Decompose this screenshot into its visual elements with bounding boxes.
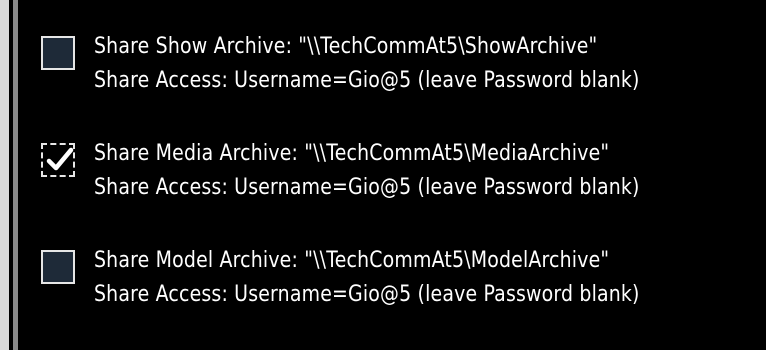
share-show-archive-access: Share Access: Username=Gio@5 (leave Pass…: [94, 68, 640, 93]
share-media-archive-option[interactable]: Share Media Archive: "\\TechCommAt5\Medi…: [38, 137, 758, 244]
share-model-archive-checkbox[interactable]: [41, 250, 75, 284]
share-model-archive-option[interactable]: Share Model Archive: "\\TechCommAt5\Mode…: [38, 244, 758, 350]
share-model-archive-label: Share Model Archive: "\\TechCommAt5\Mode…: [94, 248, 610, 273]
share-model-archive-access: Share Access: Username=Gio@5 (leave Pass…: [94, 282, 640, 307]
share-show-archive-text: Share Show Archive: "\\TechCommAt5\ShowA…: [94, 30, 640, 98]
checkmark-icon: [46, 147, 74, 171]
share-media-archive-label: Share Media Archive: "\\TechCommAt5\Medi…: [94, 141, 610, 166]
share-show-archive-label: Share Show Archive: "\\TechCommAt5\ShowA…: [94, 34, 598, 59]
share-media-archive-access: Share Access: Username=Gio@5 (leave Pass…: [94, 175, 640, 200]
share-show-archive-option[interactable]: Share Show Archive: "\\TechCommAt5\ShowA…: [38, 30, 758, 137]
share-options-list: Share Show Archive: "\\TechCommAt5\ShowA…: [38, 30, 758, 350]
share-show-archive-checkbox[interactable]: [41, 36, 75, 70]
share-options-panel: Share Show Archive: "\\TechCommAt5\ShowA…: [0, 0, 766, 350]
share-model-archive-text: Share Model Archive: "\\TechCommAt5\Mode…: [94, 244, 640, 312]
share-media-archive-text: Share Media Archive: "\\TechCommAt5\Medi…: [94, 137, 640, 205]
share-media-archive-checkbox[interactable]: [41, 143, 75, 177]
panel-divider: [13, 0, 18, 350]
